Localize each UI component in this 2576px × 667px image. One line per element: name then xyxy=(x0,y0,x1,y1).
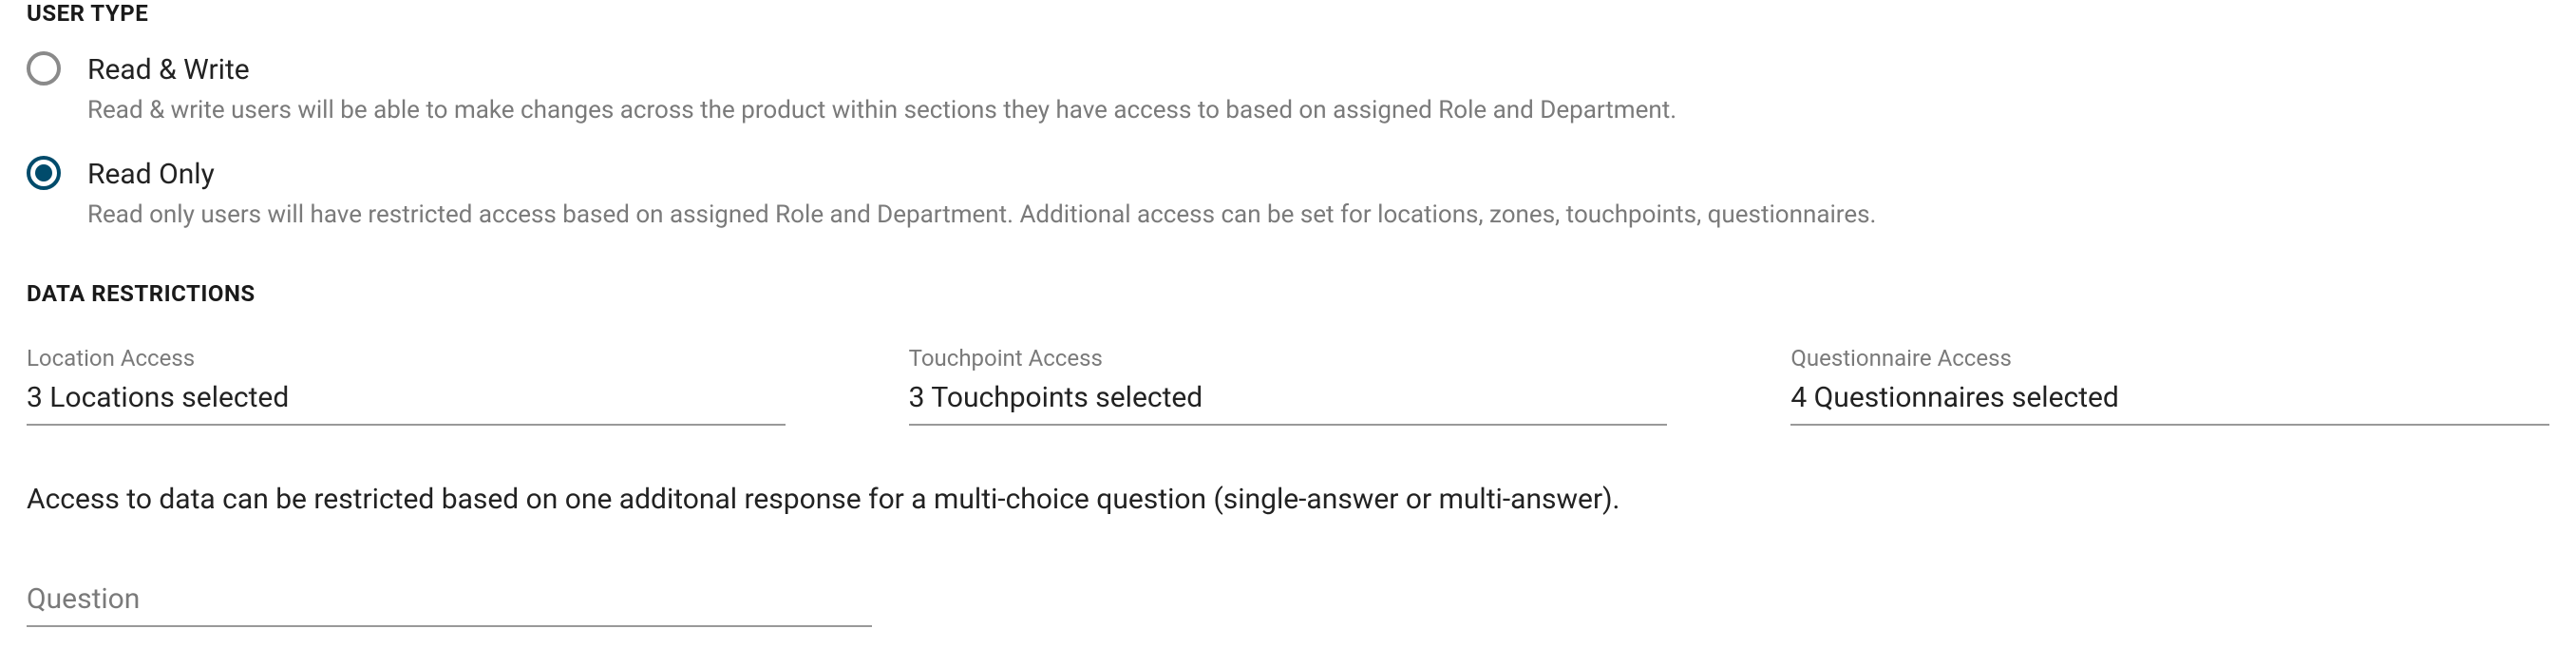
user-type-radio-group: Read & Write Read & write users will be … xyxy=(27,53,2549,233)
access-fields-row: Location Access 3 Locations selected Tou… xyxy=(27,345,2549,426)
questionnaire-access-label: Questionnaire Access xyxy=(1790,345,2549,372)
data-restrictions-section: DATA RESTRICTIONS Location Access 3 Loca… xyxy=(27,280,2549,627)
user-type-section: USER TYPE Read & Write Read & write user… xyxy=(27,0,2549,233)
radio-option-read-write[interactable]: Read & Write Read & write users will be … xyxy=(27,53,2549,127)
questionnaire-access-field[interactable]: Questionnaire Access 4 Questionnaires se… xyxy=(1790,345,2549,426)
restriction-info-text: Access to data can be restricted based o… xyxy=(27,483,2549,516)
question-input-placeholder: Question xyxy=(27,582,872,627)
touchpoint-access-field[interactable]: Touchpoint Access 3 Touchpoints selected xyxy=(909,345,1668,426)
location-access-value: 3 Locations selected xyxy=(27,381,786,426)
location-access-field[interactable]: Location Access 3 Locations selected xyxy=(27,345,786,426)
radio-label-read-only: Read Only xyxy=(87,158,2549,192)
radio-icon xyxy=(27,51,61,86)
question-field[interactable]: Question xyxy=(27,582,872,627)
radio-content: Read Only Read only users will have rest… xyxy=(87,158,2549,232)
touchpoint-access-value: 3 Touchpoints selected xyxy=(909,381,1668,426)
location-access-label: Location Access xyxy=(27,345,786,372)
data-restrictions-heading: DATA RESTRICTIONS xyxy=(27,280,2549,307)
questionnaire-access-value: 4 Questionnaires selected xyxy=(1790,381,2549,426)
radio-content: Read & Write Read & write users will be … xyxy=(87,53,2549,127)
user-type-heading: USER TYPE xyxy=(27,0,2549,27)
radio-description-read-write: Read & write users will be able to make … xyxy=(87,93,2549,127)
radio-description-read-only: Read only users will have restricted acc… xyxy=(87,198,2549,232)
touchpoint-access-label: Touchpoint Access xyxy=(909,345,1668,372)
radio-option-read-only[interactable]: Read Only Read only users will have rest… xyxy=(27,158,2549,232)
radio-label-read-write: Read & Write xyxy=(87,53,2549,87)
radio-icon xyxy=(27,156,61,190)
